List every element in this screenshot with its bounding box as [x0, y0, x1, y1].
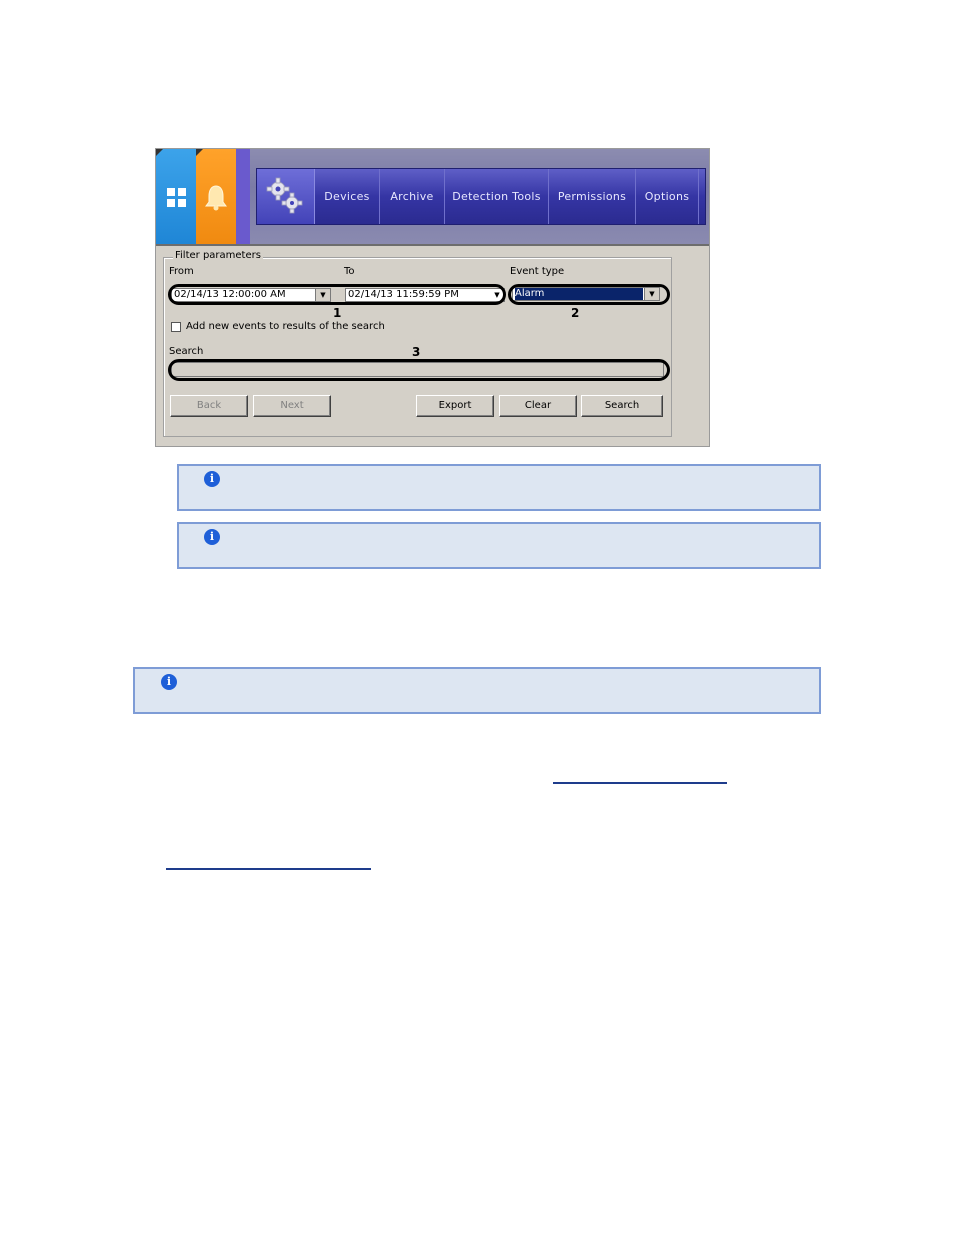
nav-devices[interactable]: Devices	[315, 169, 380, 224]
nav-archive[interactable]: Archive	[380, 169, 445, 224]
tab-alarms[interactable]	[196, 149, 236, 244]
hyperlink-underline[interactable]	[166, 868, 371, 870]
nav-tail	[699, 169, 705, 224]
callout-oval-1	[168, 284, 506, 305]
callout-number-3: 3	[412, 345, 421, 359]
info-icon: i	[204, 529, 220, 545]
info-note-3: i	[133, 667, 821, 714]
callout-number-2: 2	[571, 306, 580, 320]
tab-strip	[236, 149, 250, 244]
tab-corner	[156, 149, 163, 156]
from-label: From	[169, 266, 194, 277]
next-button[interactable]: Next	[253, 395, 331, 417]
app-screenshot: Devices Archive Detection Tools Permissi…	[155, 148, 710, 447]
add-new-events-label: Add new events to results of the search	[186, 321, 385, 332]
callout-number-1: 1	[333, 306, 342, 320]
settings-navbar: Devices Archive Detection Tools Permissi…	[256, 168, 706, 225]
tab-corner	[196, 149, 203, 156]
filter-legend: Filter parameters	[173, 250, 263, 261]
nav-options[interactable]: Options	[636, 169, 699, 224]
info-icon: i	[161, 674, 177, 690]
event-type-label: Event type	[510, 266, 565, 277]
search-button[interactable]: Search	[581, 395, 663, 417]
to-label: To	[344, 266, 355, 277]
nav-permissions[interactable]: Permissions	[549, 169, 636, 224]
callout-oval-3	[168, 359, 670, 381]
gears-icon	[266, 177, 303, 214]
clear-button[interactable]: Clear	[499, 395, 577, 417]
bell-icon	[205, 185, 227, 211]
hyperlink-underline[interactable]	[553, 782, 727, 784]
info-note-2: i	[177, 522, 821, 569]
back-button[interactable]: Back	[170, 395, 248, 417]
export-button[interactable]: Export	[416, 395, 494, 417]
search-label: Search	[169, 346, 204, 357]
callout-oval-2	[508, 284, 670, 305]
info-icon: i	[204, 471, 220, 487]
settings-gear-button[interactable]	[257, 169, 315, 224]
info-note-1: i	[177, 464, 821, 511]
add-new-events-checkbox[interactable]	[171, 322, 181, 332]
windows-icon	[167, 188, 186, 207]
tab-main[interactable]	[156, 149, 196, 244]
nav-detection-tools[interactable]: Detection Tools	[445, 169, 549, 224]
